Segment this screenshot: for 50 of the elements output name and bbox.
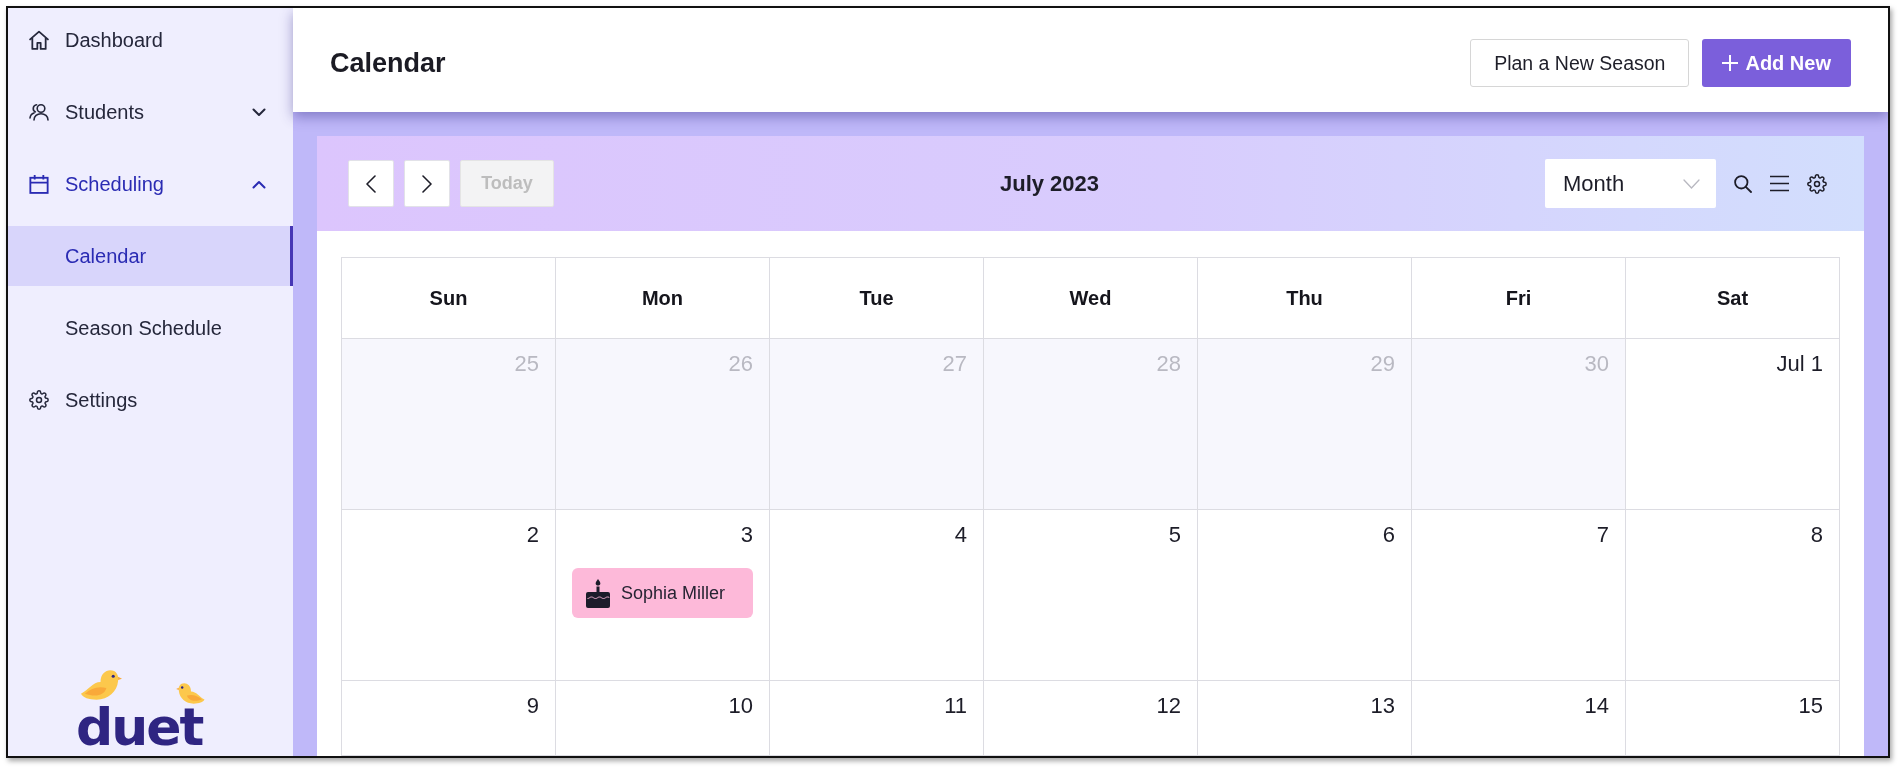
day-number: 6 — [1382, 522, 1395, 548]
sidebar-subitem[interactable]: Season Schedule — [8, 298, 293, 358]
next-button[interactable] — [404, 160, 450, 207]
day-number: 10 — [728, 693, 753, 719]
day-number: 3 — [740, 522, 753, 548]
day-number: 2 — [526, 522, 539, 548]
day-number: 8 — [1810, 522, 1823, 548]
day-number: 11 — [944, 693, 967, 719]
search-icon[interactable] — [1734, 174, 1752, 193]
chevron-down-icon — [1683, 178, 1700, 189]
plus-icon — [1722, 55, 1739, 71]
day-number: 5 — [1168, 522, 1181, 548]
gear-icon — [29, 390, 49, 410]
cake-icon — [586, 578, 610, 608]
day-number: 9 — [526, 693, 539, 719]
menu-icon[interactable] — [1770, 175, 1789, 192]
bird-icon — [176, 682, 206, 705]
people-icon — [29, 102, 49, 122]
day-number: 28 — [1156, 351, 1181, 377]
day-number: 29 — [1370, 351, 1395, 377]
chevron-right-icon — [422, 174, 432, 193]
day-number: 27 — [942, 351, 967, 377]
home-icon — [29, 30, 49, 50]
logo-wordmark: duet — [76, 701, 203, 753]
day-number: Jul 1 — [1776, 351, 1823, 377]
plan-season-button[interactable]: Plan a New Season — [1470, 39, 1690, 87]
sidebar-item[interactable]: Settings — [8, 370, 293, 430]
event-chip[interactable]: Sophia Miller — [572, 568, 753, 618]
day-number: 14 — [1584, 693, 1609, 719]
view-dropdown[interactable]: Month — [1545, 159, 1716, 208]
sidebar-item[interactable]: Dashboard — [8, 10, 293, 70]
calendar-icon — [29, 174, 49, 194]
month-title: July 2023 — [999, 170, 1100, 197]
day-number: 15 — [1798, 693, 1823, 719]
page-title: Calendar — [330, 47, 446, 79]
day-number: 12 — [1156, 693, 1181, 719]
day-number: 26 — [728, 351, 753, 377]
chevron-left-icon — [366, 174, 376, 193]
day-number: 4 — [954, 522, 967, 548]
bird-icon — [79, 668, 122, 702]
settings-icon[interactable] — [1807, 173, 1827, 194]
day-number: 25 — [514, 351, 539, 377]
day-number: 30 — [1584, 351, 1609, 377]
sidebar-item[interactable]: Students — [8, 82, 293, 142]
previous-button[interactable] — [348, 160, 394, 207]
sidebar-item[interactable]: Scheduling — [8, 154, 293, 214]
add-new-button[interactable]: Add New — [1702, 39, 1851, 87]
day-number: 13 — [1370, 693, 1395, 719]
sidebar-subitem[interactable]: Calendar — [8, 226, 293, 286]
day-number: 7 — [1596, 522, 1609, 548]
